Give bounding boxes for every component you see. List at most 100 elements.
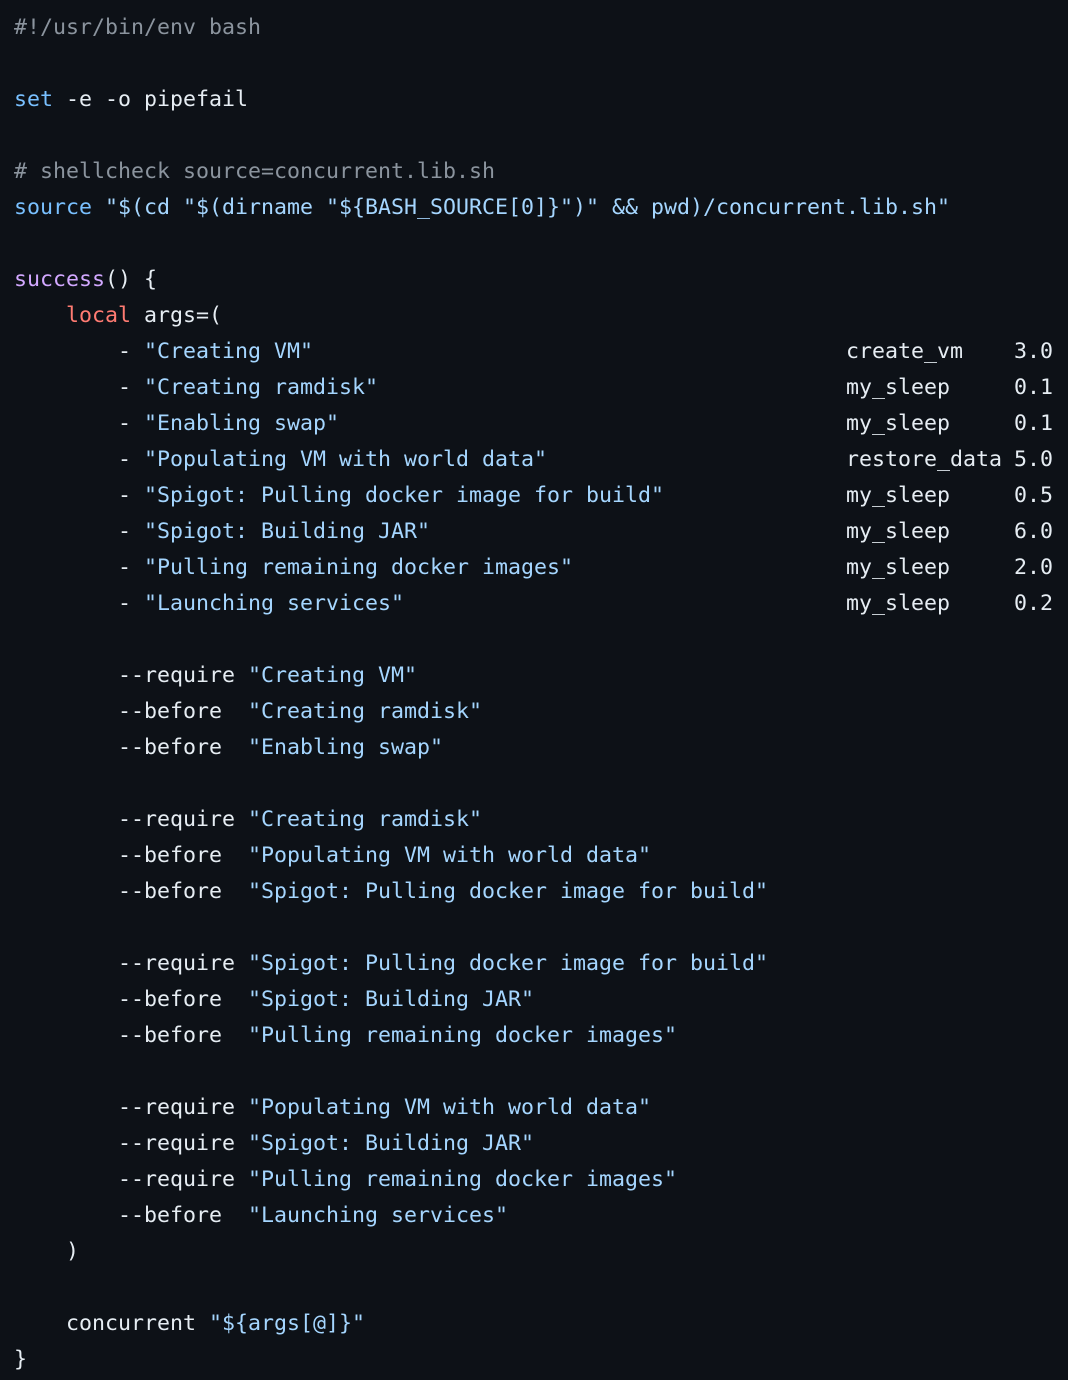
- task-function: my_sleep: [846, 519, 951, 544]
- task-duration: 0.1: [1014, 375, 1054, 400]
- code-token-plain: --require: [14, 1131, 249, 1156]
- code-token-plain: -: [14, 375, 145, 400]
- task-duration: 0.5: [1014, 483, 1054, 508]
- code-token-string: "Creating VM": [248, 663, 418, 688]
- code-line: --before "Launching services": [14, 1198, 950, 1234]
- task-function: create_vm: [846, 339, 964, 364]
- code-token-string: "Creating ramdisk": [248, 807, 483, 832]
- code-token-string: "Spigot: Pulling docker image for build": [248, 951, 769, 976]
- code-token-plain: --before: [14, 843, 249, 868]
- code-token-plain: --require: [14, 951, 249, 976]
- code-token-plain: -: [14, 339, 145, 364]
- code-token-string: "Creating VM": [144, 339, 314, 364]
- code-token-string: "Populating VM with world data": [248, 843, 652, 868]
- code-token-plain: --require: [14, 1167, 249, 1192]
- code-line: - "Pulling remaining docker images" my_sl…: [14, 550, 1053, 586]
- code-line: --before "Spigot: Pulling docker image f…: [14, 874, 950, 910]
- task-duration: 0.2: [1014, 591, 1054, 616]
- code-token-string: "$(cd "$(dirname "${BASH_SOURCE[0]}")" &…: [92, 195, 951, 220]
- code-token-string: "Spigot: Pulling docker image for build": [144, 483, 665, 508]
- code-line: ): [14, 1234, 950, 1270]
- code-line: --require "Pulling remaining docker imag…: [14, 1162, 950, 1198]
- code-token-string: "Spigot: Building JAR": [248, 1131, 535, 1156]
- code-token-plain: ): [14, 1239, 80, 1264]
- code-token-plain: }: [14, 1347, 28, 1372]
- code-token-string: "Pulling remaining docker images": [248, 1167, 678, 1192]
- task-duration: 5.0: [1014, 447, 1054, 472]
- code-token-string: "${args[@]}": [209, 1311, 366, 1336]
- code-token-plain: concurrent: [14, 1311, 210, 1336]
- task-function: my_sleep: [846, 483, 951, 508]
- code-token-string: "Enabling swap": [248, 735, 444, 760]
- code-token-plain: -: [14, 555, 145, 580]
- code-line: - "Spigot: Pulling docker image for buil…: [14, 478, 1053, 514]
- code-token-plain: -e -o pipefail: [53, 87, 249, 112]
- code-line: concurrent "${args[@]}": [14, 1306, 950, 1342]
- code-line: --before "Pulling remaining docker image…: [14, 1018, 950, 1054]
- code-token-string: "Spigot: Building JAR": [144, 519, 431, 544]
- code-token-plain: --before: [14, 879, 249, 904]
- code-token-comment: # shellcheck source=concurrent.lib.sh: [14, 159, 496, 184]
- code-token-plain: -: [14, 591, 145, 616]
- task-function: restore_data: [846, 447, 1003, 472]
- code-token-plain: args=(: [131, 303, 223, 328]
- code-line: #!/usr/bin/env bash: [14, 10, 950, 46]
- code-token-plain: --before: [14, 1023, 249, 1048]
- code-token-plain: -: [14, 519, 145, 544]
- code-token-string: "Creating ramdisk": [144, 375, 379, 400]
- code-line: # shellcheck source=concurrent.lib.sh: [14, 154, 950, 190]
- code-line: - "Creating ramdisk" my_sleep 0.1: [14, 370, 1053, 406]
- code-token-plain: () {: [105, 267, 158, 292]
- code-token-local: local: [66, 303, 132, 328]
- code-token-plain: --require: [14, 663, 249, 688]
- code-token-string: "Enabling swap": [144, 411, 340, 436]
- code-line: --require "Spigot: Pulling docker image …: [14, 946, 950, 982]
- code-line: }: [14, 1342, 950, 1378]
- code-line: source "$(cd "$(dirname "${BASH_SOURCE[0…: [14, 190, 950, 226]
- code-token-string: "Pulling remaining docker images": [144, 555, 574, 580]
- task-function: my_sleep: [846, 555, 951, 580]
- code-line: - "Enabling swap" my_sleep 0.1: [14, 406, 1053, 442]
- code-token-comment: #!/usr/bin/env bash: [14, 15, 262, 40]
- code-line: - "Launching services" my_sleep 0.2: [14, 586, 1053, 622]
- code-token-plain: --require: [14, 1095, 249, 1120]
- code-token-plain: --require: [14, 807, 249, 832]
- code-token-plain: --before: [14, 699, 249, 724]
- code-token-plain: --before: [14, 735, 249, 760]
- code-line: set -e -o pipefail: [14, 82, 950, 118]
- code-line: --require "Populating VM with world data…: [14, 1090, 950, 1126]
- code-line: - "Spigot: Building JAR" my_sleep 6.0: [14, 514, 1053, 550]
- code-token-string: "Launching services": [248, 1203, 509, 1228]
- code-token-plain: -: [14, 483, 145, 508]
- code-line: --before "Populating VM with world data": [14, 838, 950, 874]
- code-token-string: "Creating ramdisk": [248, 699, 483, 724]
- code-line: - "Populating VM with world data" restore…: [14, 442, 1053, 478]
- task-function: my_sleep: [846, 591, 951, 616]
- task-function: my_sleep: [846, 411, 951, 436]
- code-token-string: "Populating VM with world data": [248, 1095, 652, 1120]
- code-token-string: "Launching services": [144, 591, 405, 616]
- code-block: #!/usr/bin/env bash set -e -o pipefail #…: [14, 10, 1053, 1378]
- code-token-string: "Pulling remaining docker images": [248, 1023, 678, 1048]
- code-token-plain: --before: [14, 987, 249, 1012]
- code-token-plain: -: [14, 447, 145, 472]
- code-token-plain: --before: [14, 1203, 249, 1228]
- code-line: --before "Enabling swap": [14, 730, 950, 766]
- code-line: - "Creating VM" create_vm 3.0: [14, 334, 1053, 370]
- code-line: success() {: [14, 262, 950, 298]
- code-line: --require "Spigot: Building JAR": [14, 1126, 950, 1162]
- code-line: --require "Creating VM": [14, 658, 950, 694]
- code-line: local args=(: [14, 298, 950, 334]
- task-duration: 3.0: [1014, 339, 1054, 364]
- task-duration: 2.0: [1014, 555, 1054, 580]
- code-line: --before "Spigot: Building JAR": [14, 982, 950, 1018]
- code-token-keyword: source: [14, 195, 93, 220]
